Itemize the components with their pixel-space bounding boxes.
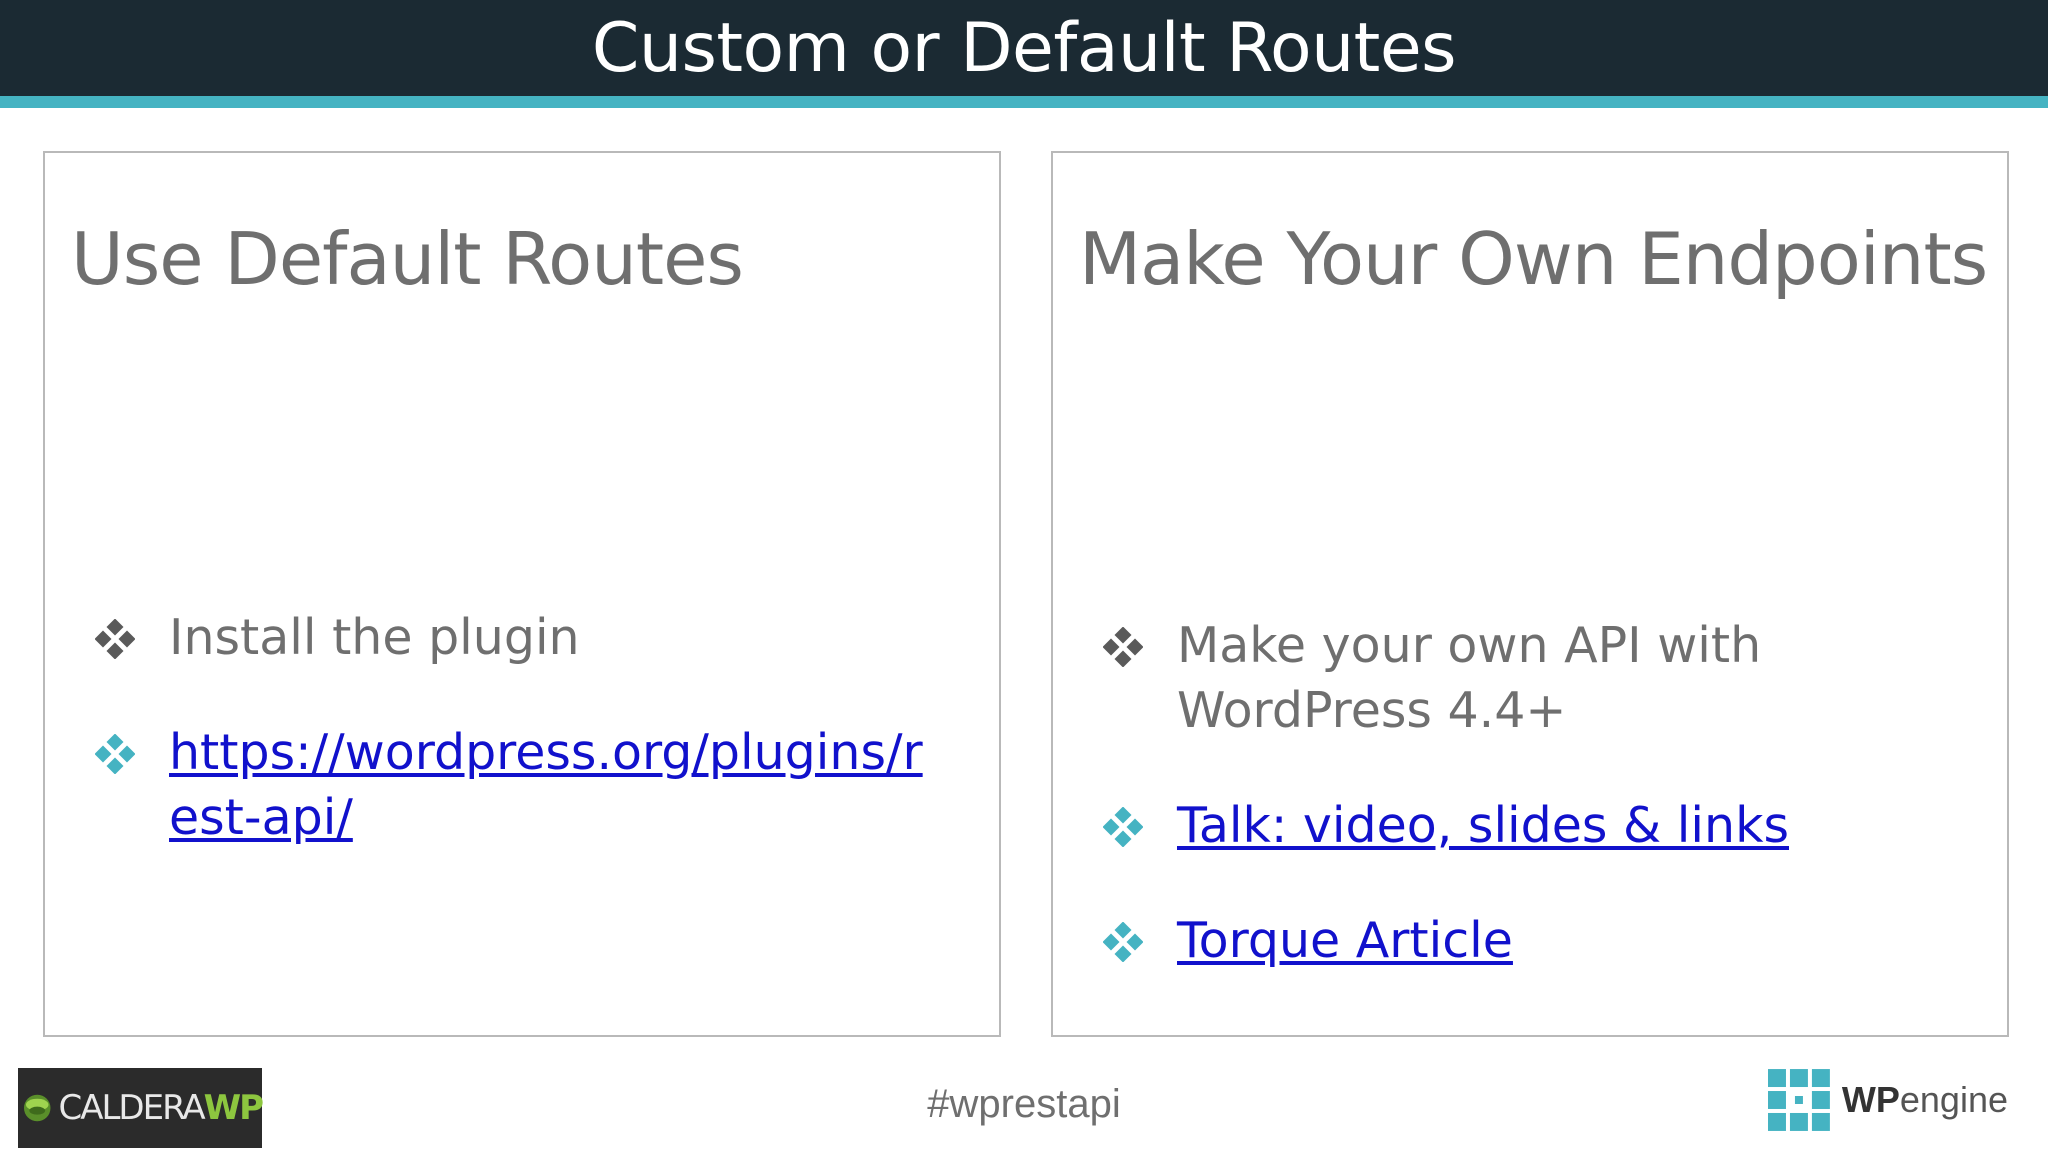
- list-item: Make your own API with WordPress 4.4+: [1103, 613, 1957, 743]
- diamond-bullet-icon: [95, 734, 135, 774]
- talk-link[interactable]: Talk: video, slides & links: [1177, 793, 1789, 858]
- right-panel-title: Make Your Own Endpoints: [1079, 217, 1988, 301]
- right-bullet-list: Make your own API with WordPress 4.4+ Ta…: [1103, 613, 1957, 1023]
- right-panel: Make Your Own Endpoints Make your own AP…: [1051, 151, 2009, 1037]
- list-item: Torque Article: [1103, 908, 1957, 973]
- list-item: https://wordpress.org/plugins/rest-api/: [95, 720, 949, 850]
- slide-title: Custom or Default Routes: [591, 8, 1457, 88]
- install-plugin-text: Install the plugin: [169, 609, 580, 666]
- wpengine-logo-engine: engine: [1899, 1079, 2008, 1120]
- wpengine-logo-wp: WP: [1841, 1079, 1900, 1120]
- diamond-bullet-icon: [1103, 627, 1143, 667]
- torque-article-link[interactable]: Torque Article: [1177, 908, 1513, 973]
- slide-header: Custom or Default Routes: [0, 0, 2048, 108]
- list-item: Install the plugin: [95, 605, 949, 670]
- left-bullet-list: Install the plugin https://wordpress.org…: [95, 605, 949, 900]
- list-item: Talk: video, slides & links: [1103, 793, 1957, 858]
- diamond-bullet-icon: [1103, 922, 1143, 962]
- hashtag-text: #wprestapi: [927, 1082, 1121, 1126]
- left-panel-title: Use Default Routes: [71, 217, 744, 301]
- wpengine-logo: WPengine: [1768, 1068, 2008, 1132]
- rest-api-plugin-link[interactable]: https://wordpress.org/plugins/rest-api/: [169, 720, 949, 850]
- wpengine-grid-icon: [1768, 1069, 1830, 1131]
- left-panel: Use Default Routes Install the plugin ht…: [43, 151, 1001, 1037]
- own-api-text: Make your own API with WordPress 4.4+: [1177, 617, 1762, 739]
- diamond-bullet-icon: [95, 619, 135, 659]
- diamond-bullet-icon: [1103, 807, 1143, 847]
